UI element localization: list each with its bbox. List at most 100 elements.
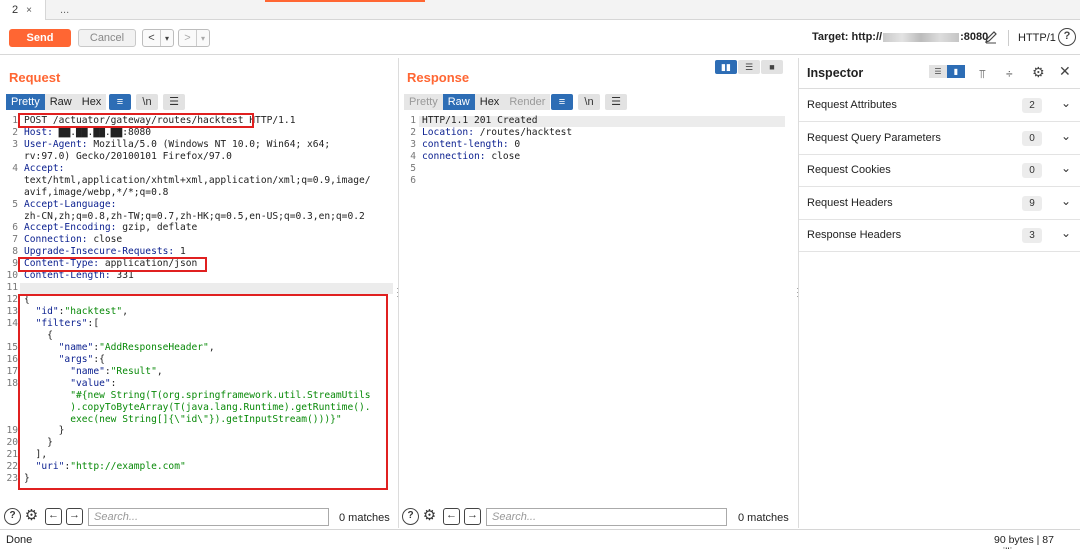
inspector-section-response-headers[interactable]: Response Headers 3 ⌄ bbox=[799, 219, 1080, 252]
forward-button[interactable]: > ▾ bbox=[178, 29, 210, 47]
panel-view-icon[interactable]: ▮ bbox=[947, 65, 965, 78]
inspector-section-request-attributes[interactable]: Request Attributes 2 ⌄ bbox=[799, 89, 1080, 122]
tab-2[interactable]: 2 × bbox=[0, 0, 46, 20]
back-button[interactable]: < ▾ bbox=[142, 29, 174, 47]
count-badge: 3 bbox=[1022, 228, 1042, 243]
newline-toggle-icon[interactable]: \n bbox=[578, 94, 600, 110]
target-host[interactable]: Target: http://:8080 bbox=[812, 31, 988, 43]
code-line: Host: ██.██.██.██:8080 bbox=[24, 126, 152, 138]
tab-hex[interactable]: Hex bbox=[474, 94, 505, 110]
inspector-section-request-headers[interactable]: Request Headers 9 ⌄ bbox=[799, 187, 1080, 220]
status-bar: Done 90 bytes | 87 millis bbox=[0, 529, 1080, 549]
line-number: 19 bbox=[6, 425, 18, 437]
gear-icon[interactable]: ⚙ bbox=[1032, 64, 1045, 81]
tab-hex[interactable]: Hex bbox=[76, 94, 107, 110]
stacked-icon[interactable]: ☰ bbox=[738, 60, 760, 74]
highlight-json-body bbox=[18, 294, 388, 490]
tab-raw[interactable]: Raw bbox=[44, 94, 77, 110]
request-search-bar: ? ⚙ ← → Search... 0 matches bbox=[0, 506, 398, 528]
tab-raw[interactable]: Raw bbox=[442, 94, 475, 110]
gear-icon[interactable]: ⚙ bbox=[23, 508, 40, 525]
wrap-lines-icon[interactable]: ≡ bbox=[551, 94, 573, 110]
side-by-side-icon[interactable]: ▮▮ bbox=[715, 60, 737, 74]
cancel-button[interactable]: Cancel bbox=[78, 29, 136, 47]
code-line: Accept-Language: bbox=[24, 198, 117, 210]
chevron-down-icon[interactable]: ▾ bbox=[161, 31, 173, 47]
close-icon[interactable]: × bbox=[26, 5, 32, 16]
list-view-icon[interactable]: ☰ bbox=[929, 65, 947, 78]
redacted-host bbox=[883, 32, 960, 42]
line-number: 21 bbox=[6, 449, 18, 461]
response-search-input[interactable]: Search... bbox=[486, 508, 727, 526]
code-line: connection: close bbox=[422, 150, 521, 162]
arrow-left-icon[interactable]: ← bbox=[45, 508, 62, 525]
line-number: 4 bbox=[410, 150, 416, 162]
count-badge: 9 bbox=[1022, 196, 1042, 211]
status-text: Done bbox=[6, 534, 33, 546]
line-number: 11 bbox=[6, 282, 18, 294]
menu-icon[interactable]: ☰ bbox=[163, 94, 185, 110]
gear-icon[interactable]: ⚙ bbox=[421, 508, 438, 525]
toolbar: Send Cancel < ▾ > ▾ Target: http://:8080 H… bbox=[0, 21, 1080, 55]
drag-handle[interactable]: · · · bbox=[396, 284, 399, 301]
section-label: Response Headers bbox=[807, 229, 902, 241]
request-matches: 0 matches bbox=[339, 512, 390, 524]
line-number: 4 bbox=[12, 162, 18, 174]
line-number: 9 bbox=[12, 258, 18, 270]
response-editor[interactable]: 1 HTTP/1.1 201 Created 2 Location: /routes/… bbox=[402, 115, 792, 195]
send-button[interactable]: Send bbox=[9, 29, 71, 47]
count-badge: 2 bbox=[1022, 98, 1042, 113]
code-line: Accept: bbox=[24, 162, 65, 174]
line-number: 23 bbox=[6, 473, 18, 485]
http-version-toggle[interactable]: HTTP/1 bbox=[1018, 32, 1056, 44]
wrap-lines-icon[interactable]: ≡ bbox=[109, 94, 131, 110]
line-number: 16 bbox=[6, 353, 18, 365]
arrow-right-icon[interactable]: → bbox=[66, 508, 83, 525]
code-line: HTTP/1.1 201 Created bbox=[422, 115, 538, 126]
line-number: 6 bbox=[410, 174, 416, 186]
code-line: zh-CN,zh;q=0.8,zh-TW;q=0.7,zh-HK;q=0.5,e… bbox=[24, 210, 365, 222]
request-view-tabs: Pretty Raw Hex bbox=[6, 94, 107, 110]
highlight-content-type bbox=[18, 257, 207, 272]
pencil-icon[interactable] bbox=[984, 30, 998, 44]
request-search-input[interactable]: Search... bbox=[88, 508, 329, 526]
target-prefix: Target: http:// bbox=[812, 31, 883, 43]
line-number: 3 bbox=[12, 138, 18, 150]
help-icon[interactable]: ? bbox=[4, 508, 21, 525]
line-number: 10 bbox=[6, 270, 18, 282]
line-number: 17 bbox=[6, 365, 18, 377]
chevron-down-icon[interactable]: ⌄ bbox=[1061, 96, 1071, 110]
code-line: text/html,application/xhtml+xml,applicat… bbox=[24, 174, 371, 186]
tab-pretty[interactable]: Pretty bbox=[6, 94, 45, 110]
newline-toggle-icon[interactable]: \n bbox=[136, 94, 158, 110]
code-line: rv:97.0) Gecko/20100101 Firefox/97.0 bbox=[24, 150, 232, 162]
tab-strip: 2 × ... bbox=[0, 0, 1080, 20]
chevron-down-icon[interactable]: ⌄ bbox=[1061, 194, 1071, 208]
code-line: avif,image/webp,*/*;q=0.8 bbox=[24, 186, 169, 198]
response-title: Response bbox=[407, 70, 470, 85]
line-number: 1 bbox=[410, 115, 416, 126]
chevron-down-icon[interactable]: ⌄ bbox=[1061, 129, 1071, 143]
inspector-section-request-cookies[interactable]: Request Cookies 0 ⌄ bbox=[799, 154, 1080, 187]
chevron-down-icon[interactable]: ▾ bbox=[197, 31, 209, 47]
highlight-request-line bbox=[18, 113, 254, 128]
inspector-section-request-query-parameters[interactable]: Request Query Parameters 0 ⌄ bbox=[799, 122, 1080, 155]
chevron-down-icon[interactable]: ⌄ bbox=[1061, 226, 1071, 240]
line-number: 18 bbox=[6, 377, 18, 389]
close-icon[interactable]: ✕ bbox=[1059, 63, 1071, 80]
menu-icon[interactable]: ☰ bbox=[605, 94, 627, 110]
line-number: 6 bbox=[12, 222, 18, 234]
tab-render[interactable]: Render bbox=[504, 94, 551, 110]
split-icon[interactable]: ÷ bbox=[1006, 67, 1013, 81]
arrow-left-icon[interactable]: ← bbox=[443, 508, 460, 525]
align-top-icon[interactable]: ⫪ bbox=[979, 67, 986, 82]
tab-more[interactable]: ... bbox=[56, 0, 86, 20]
single-pane-icon[interactable]: ■ bbox=[761, 60, 783, 74]
chevron-down-icon[interactable]: ⌄ bbox=[1061, 161, 1071, 175]
arrow-right-icon[interactable]: → bbox=[464, 508, 481, 525]
help-icon[interactable]: ? bbox=[1058, 28, 1076, 46]
tab-pretty[interactable]: Pretty bbox=[404, 94, 443, 110]
help-icon[interactable]: ? bbox=[402, 508, 419, 525]
tab-label: 2 bbox=[12, 4, 19, 16]
inspector-layout-toggle: ☰ ▮ bbox=[929, 65, 965, 79]
